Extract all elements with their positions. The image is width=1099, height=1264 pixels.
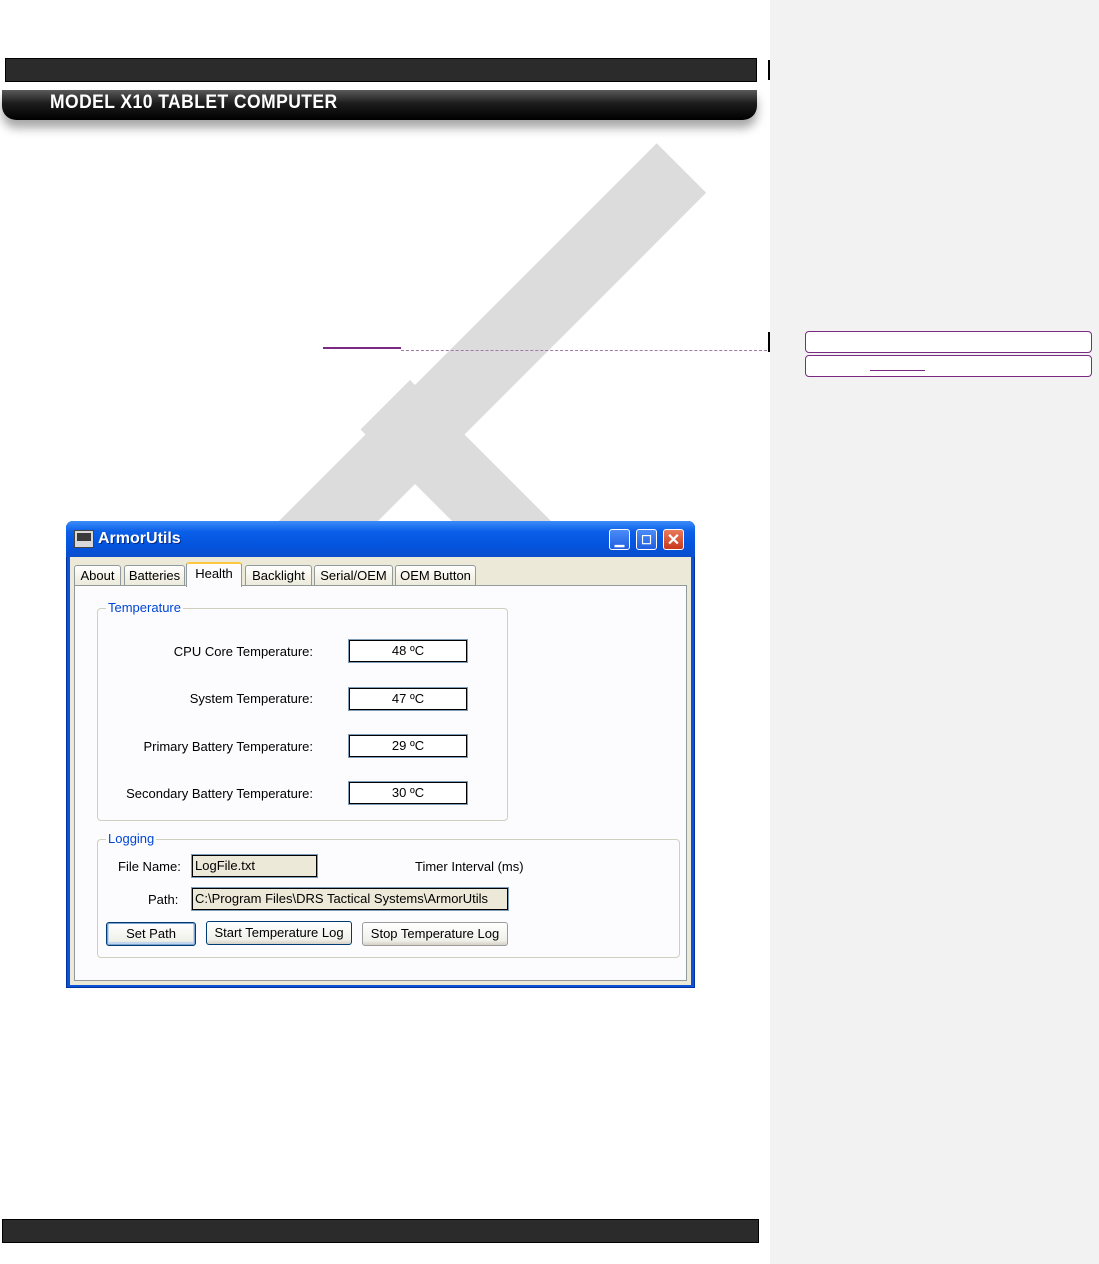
app-icon [74, 530, 94, 548]
secondary-battery-temp-label: Secondary Battery Temperature: [126, 786, 313, 801]
temperature-group: Temperature CPU Core Temperature: 48 ºC … [97, 600, 508, 821]
window-titlebar[interactable]: ArmorUtils ▁ ☐ ✕ [66, 521, 695, 557]
start-temperature-log-button[interactable]: Start Temperature Log [206, 921, 352, 945]
header-top-bar [5, 58, 757, 82]
file-name-label: File Name: [118, 859, 181, 874]
system-temp-label: System Temperature: [189, 691, 313, 706]
comment-pane [770, 0, 1099, 1264]
tab-about[interactable]: About [74, 565, 121, 586]
footer-bar [2, 1219, 759, 1243]
timer-interval-label: Timer Interval (ms) [415, 859, 524, 874]
secondary-battery-temp-value: 30 ºC [348, 781, 468, 805]
file-name-field[interactable]: LogFile.txt [191, 854, 318, 878]
system-temp-value: 47 ºC [348, 687, 468, 711]
comment-bubble[interactable] [805, 331, 1092, 353]
tab-oem-button[interactable]: OEM Button [395, 565, 476, 586]
tab-health[interactable]: Health [186, 562, 242, 587]
primary-battery-temp-value: 29 ºC [348, 734, 468, 758]
maximize-icon: ☐ [641, 533, 652, 547]
comment-anchor [323, 347, 401, 349]
close-button[interactable]: ✕ [663, 529, 684, 550]
logging-legend: Logging [106, 831, 157, 846]
path-field[interactable]: C:\Program Files\DRS Tactical Systems\Ar… [191, 887, 509, 911]
document-title: MODEL X10 TABLET COMPUTER [50, 92, 338, 113]
window-title: ArmorUtils [98, 530, 181, 547]
minimize-button[interactable]: ▁ [609, 529, 630, 550]
health-tab-panel: Temperature CPU Core Temperature: 48 ºC … [74, 585, 687, 981]
cpu-temp-label: CPU Core Temperature: [173, 644, 313, 659]
set-path-button[interactable]: Set Path [106, 922, 196, 946]
revision-marker [768, 60, 770, 80]
path-label: Path: [148, 892, 179, 907]
primary-battery-temp-label: Primary Battery Temperature: [143, 739, 313, 754]
header-title-band: MODEL X10 TABLET COMPUTER [2, 90, 757, 120]
temperature-legend: Temperature [106, 600, 183, 615]
tab-backlight[interactable]: Backlight [245, 565, 312, 586]
comment-connector [401, 350, 767, 351]
maximize-button[interactable]: ☐ [636, 529, 657, 550]
stop-temperature-log-button[interactable]: Stop Temperature Log [362, 922, 508, 946]
tab-batteries[interactable]: Batteries [124, 565, 185, 586]
cpu-temp-value: 48 ºC [348, 639, 468, 663]
minimize-icon: ▁ [614, 533, 625, 547]
armorutils-window: ArmorUtils ▁ ☐ ✕ About Batteries Health … [66, 521, 695, 988]
comment-bubble[interactable] [805, 355, 1092, 377]
window-body: About Batteries Health Backlight Serial/… [70, 557, 691, 985]
close-icon: ✕ [666, 532, 681, 549]
revision-marker [768, 332, 770, 352]
logging-group: Logging File Name: LogFile.txt Timer Int… [97, 831, 680, 958]
tab-serial-oem[interactable]: Serial/OEM [314, 565, 393, 586]
